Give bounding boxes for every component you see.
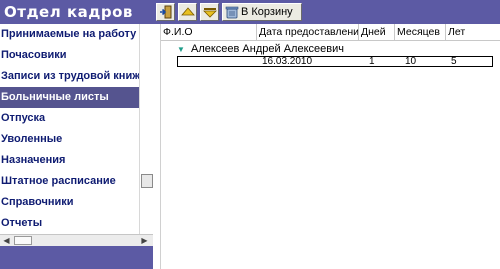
grid-header: Ф.И.О Дата предоставления Дней Месяцев Л… [161, 24, 500, 41]
group-row[interactable]: ▼ Алексеев Андрей Алексеевич [177, 42, 344, 56]
scroll-left-arrow-icon[interactable]: ◀ [1, 236, 12, 246]
nav-horizontal-scrollbar[interactable]: ◀ ▶ [0, 234, 153, 246]
sick-leave-grid: Ф.И.О Дата предоставления Дней Месяцев Л… [160, 24, 500, 269]
nav-vertical-scrollbar[interactable] [139, 24, 153, 234]
nav-item-dismissed[interactable]: Уволенные [0, 129, 139, 150]
cell-years: 5 [451, 56, 457, 67]
nav-footer-bar [0, 246, 153, 269]
recycle-bin-icon [225, 6, 239, 19]
panel-title: Отдел кадров [0, 0, 153, 24]
expand-triangle-icon[interactable]: ▼ [177, 45, 185, 54]
column-header-date[interactable]: Дата предоставления [257, 24, 359, 41]
column-header-years[interactable]: Лет [446, 24, 500, 41]
nav-item-work-book[interactable]: Записи из трудовой книжки [0, 66, 139, 87]
move-down-button[interactable] [200, 3, 219, 21]
nav-list: Принимаемые на работу Почасовики Записи … [0, 24, 139, 234]
toolbar: В Корзину [153, 0, 500, 24]
nav-item-vacations[interactable]: Отпуска [0, 108, 139, 129]
nav-item-staff-schedule[interactable]: Штатное расписание [0, 171, 139, 192]
move-to-trash-button[interactable]: В Корзину [222, 3, 302, 21]
column-header-months[interactable]: Месяцев [395, 24, 446, 41]
cell-months: 10 [405, 56, 417, 67]
nav-item-directories[interactable]: Справочники [0, 192, 139, 213]
exit-door-icon [159, 5, 171, 19]
nav-item-reports[interactable]: Отчеты [0, 213, 139, 234]
cell-days: 1 [369, 56, 375, 67]
scroll-right-arrow-icon[interactable]: ▶ [139, 236, 150, 246]
table-row[interactable]: 16.03.2010 1 10 5 [177, 56, 493, 67]
nav-h-scroll-thumb[interactable] [14, 236, 32, 245]
exit-button[interactable] [156, 3, 175, 21]
cell-date: 16.03.2010 [262, 56, 313, 67]
move-up-button[interactable] [178, 3, 197, 21]
nav-item-sick-leave[interactable]: Больничные листы [0, 87, 139, 108]
nav-item-hires[interactable]: Принимаемые на работу [0, 24, 139, 45]
column-header-days[interactable]: Дней [359, 24, 395, 41]
move-down-icon [202, 8, 217, 18]
group-label: Алексеев Андрей Алексеевич [190, 43, 344, 55]
nav-scroll-thumb[interactable] [141, 174, 153, 188]
move-up-icon [180, 7, 195, 16]
column-header-name[interactable]: Ф.И.О [161, 24, 257, 41]
nav-item-assignments[interactable]: Назначения [0, 150, 139, 171]
sidebar-nav: Принимаемые на работу Почасовики Записи … [0, 24, 153, 269]
move-to-trash-label: В Корзину [241, 6, 293, 18]
nav-item-hourly[interactable]: Почасовики [0, 45, 139, 66]
